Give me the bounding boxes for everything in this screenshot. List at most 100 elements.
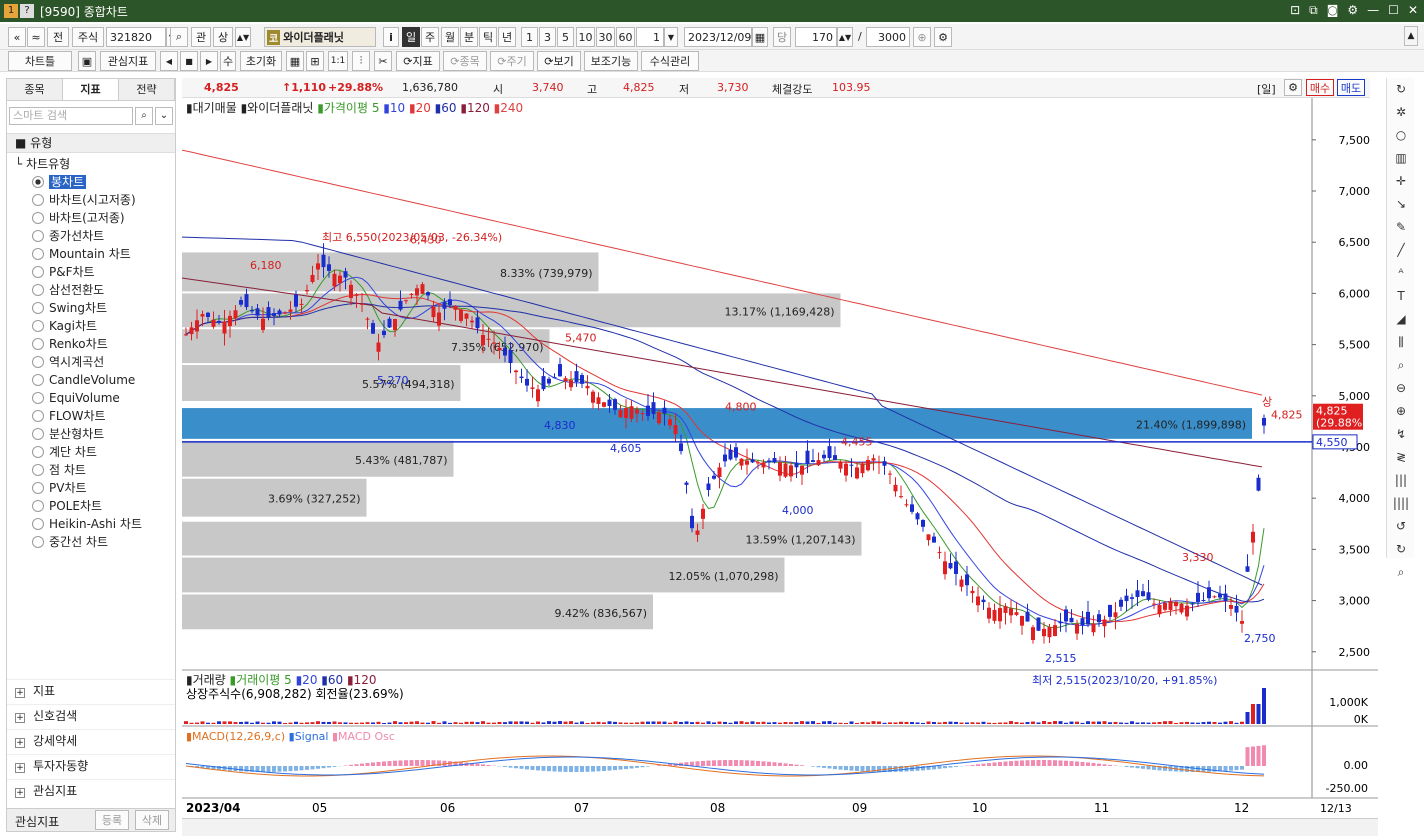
spinner-icon[interactable]: ▲▼	[235, 27, 251, 47]
view-count-input[interactable]: 170	[795, 27, 837, 47]
item-button[interactable]: ⟳ 종목	[443, 51, 487, 71]
chevron-down-icon[interactable]: ▼	[664, 27, 678, 47]
radio-icon[interactable]	[32, 302, 44, 314]
refresh-icon[interactable]: ↻	[1387, 78, 1415, 101]
aux-button[interactable]: 보조기능	[584, 51, 638, 71]
expand-icon[interactable]: +	[15, 763, 25, 773]
date-input[interactable]: 2023/12/09	[684, 27, 752, 47]
fav-indicator-button[interactable]: 관심지표	[100, 51, 156, 71]
expand-icon[interactable]: +	[15, 713, 25, 723]
radio-icon[interactable]	[32, 176, 44, 188]
undo-icon[interactable]: ↺	[1387, 515, 1415, 538]
stock-name-field[interactable]: 코 와이더플래닛	[264, 27, 376, 47]
restore-icon[interactable]: ⧉	[1309, 3, 1318, 18]
scroll-right-icon[interactable]: ▶	[200, 51, 218, 71]
collapse-toggle[interactable]: ▲	[1404, 26, 1418, 46]
zoom-icon[interactable]: ⌕	[1387, 354, 1415, 377]
chart-type-item[interactable]: Mountain 차트	[7, 245, 175, 263]
zoom-icon[interactable]: ⊕	[913, 27, 931, 47]
tab-stock[interactable]: 종목	[7, 79, 63, 100]
prev-button[interactable]: 전	[47, 27, 69, 47]
auto-icon[interactable]: ᴬ	[1387, 262, 1415, 285]
minimize-icon[interactable]: —	[1367, 3, 1379, 18]
text-icon[interactable]: T	[1387, 285, 1415, 308]
zigzag-icon[interactable]: ≷	[1387, 446, 1415, 469]
expand-icon[interactable]: +	[15, 738, 25, 748]
radio-icon[interactable]	[32, 392, 44, 404]
chart-type-item[interactable]: 계단 차트	[7, 443, 175, 461]
chart-type-item[interactable]: 분산형차트	[7, 425, 175, 443]
radio-icon[interactable]	[32, 410, 44, 422]
chart-type-item[interactable]: 역시계곡선	[7, 353, 175, 371]
info-button[interactable]: i	[383, 27, 399, 47]
zoom-out-icon[interactable]: ⊖	[1387, 377, 1415, 400]
circle-icon[interactable]: ○	[1387, 124, 1415, 147]
radio-icon[interactable]	[32, 230, 44, 242]
scroll-left-icon[interactable]: ◀	[160, 51, 178, 71]
stock-code-input[interactable]: 321820	[106, 27, 166, 47]
stop-icon[interactable]: ■	[180, 51, 198, 71]
search-icon[interactable]: ⌕	[1387, 561, 1415, 584]
tree-group[interactable]: └ 차트유형	[7, 155, 175, 173]
chart-type-item[interactable]: Swing차트	[7, 299, 175, 317]
chart-type-item[interactable]: FLOW차트	[7, 407, 175, 425]
search-icon[interactable]: ⌕	[135, 107, 153, 125]
chevron-down-icon[interactable]: ⌄	[155, 107, 173, 125]
crosshair-icon[interactable]: ⫶	[352, 51, 370, 71]
radio-icon[interactable]	[32, 338, 44, 350]
price-chart[interactable]: 7,5007,0006,5006,0005,5005,0004,5004,000…	[182, 98, 1378, 818]
lookup-button[interactable]: 관	[191, 27, 211, 47]
crosshair-icon[interactable]: ✛	[1387, 170, 1415, 193]
chart-type-item[interactable]: CandleVolume	[7, 371, 175, 389]
radio-icon[interactable]	[32, 320, 44, 332]
interval-button-5[interactable]: 60	[616, 27, 635, 47]
radio-icon[interactable]	[32, 212, 44, 224]
chart-scroll-bar[interactable]	[182, 818, 1378, 836]
chart-type-item[interactable]: P&F차트	[7, 263, 175, 281]
chart-type-item[interactable]: 봉차트	[7, 173, 175, 191]
screen-number-icon[interactable]: 1	[4, 4, 18, 18]
radio-icon[interactable]	[32, 536, 44, 548]
today-button[interactable]: 당	[773, 27, 791, 47]
chart-type-item[interactable]: 점 차트	[7, 461, 175, 479]
period-tab-0[interactable]: 일	[402, 27, 420, 47]
footer-group[interactable]: + 지표	[7, 679, 175, 701]
indicator-button[interactable]: ⟳ 지표	[396, 51, 440, 71]
tab-strategy[interactable]: 전략	[119, 79, 175, 100]
up-limit-button[interactable]: 상	[213, 27, 233, 47]
radio-icon[interactable]	[32, 374, 44, 386]
vertical-lines-icon[interactable]: |||	[1387, 469, 1415, 492]
expand-icon[interactable]: +	[15, 688, 25, 698]
view-button[interactable]: ⟳ 보기	[537, 51, 581, 71]
period-tab-2[interactable]: 월	[441, 27, 459, 47]
chart-type-item[interactable]: Heikin-Ashi 차트	[7, 515, 175, 533]
chart-type-item[interactable]: 바차트(시고저종)	[7, 191, 175, 209]
chart-type-item[interactable]: 종가선차트	[7, 227, 175, 245]
expand-icon[interactable]: +	[15, 788, 25, 798]
period-count-select[interactable]: 1	[636, 27, 664, 47]
correct-button[interactable]: 수	[220, 51, 236, 71]
diagonal-line-icon[interactable]: ╱	[1387, 239, 1415, 262]
scissors-icon[interactable]: ✂	[374, 51, 392, 71]
fibonacci-icon[interactable]: ⫼	[1387, 331, 1415, 354]
radio-icon[interactable]	[32, 482, 44, 494]
interval-button-2[interactable]: 5	[557, 27, 574, 47]
chart-type-item[interactable]: PV차트	[7, 479, 175, 497]
sell-button[interactable]: 매도	[1337, 79, 1365, 96]
radio-icon[interactable]	[32, 194, 44, 206]
cycle-button[interactable]: ⟳ 주기	[490, 51, 534, 71]
nav-up-button[interactable]: ≈	[27, 27, 45, 47]
chart-type-item[interactable]: Kagi차트	[7, 317, 175, 335]
calendar-icon[interactable]: ▦	[752, 27, 768, 47]
radio-icon[interactable]	[32, 464, 44, 476]
chart-template-button[interactable]: 차트틀	[8, 51, 72, 71]
ratio-button[interactable]: 1:1	[328, 51, 348, 71]
settings-icon[interactable]: ⚙	[934, 27, 952, 47]
radio-icon[interactable]	[32, 428, 44, 440]
trend-icon[interactable]: ↯	[1387, 423, 1415, 446]
radio-icon[interactable]	[32, 518, 44, 530]
camera-icon[interactable]: ◙	[1327, 3, 1339, 18]
parallel-icon[interactable]: ||||	[1387, 492, 1415, 515]
chart-type-item[interactable]: EquiVolume	[7, 389, 175, 407]
close-icon[interactable]: ✕	[1408, 3, 1418, 18]
